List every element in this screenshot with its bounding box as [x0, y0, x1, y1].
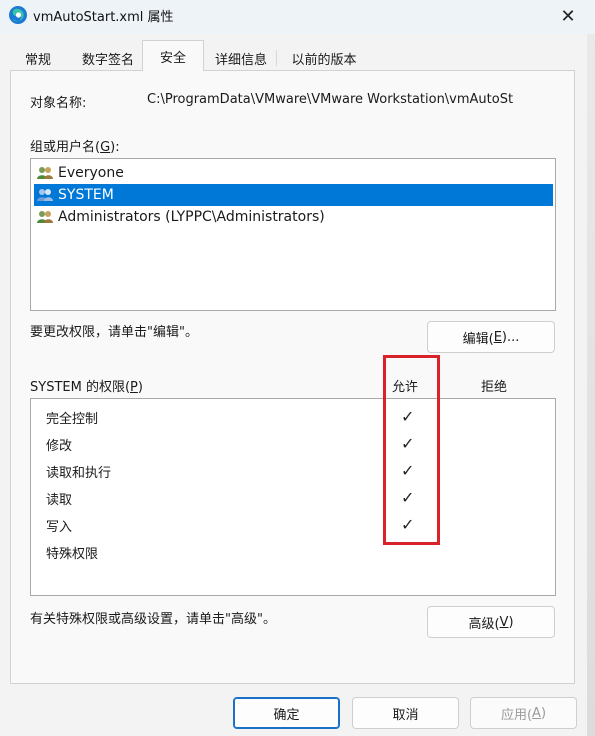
user-item-administrators[interactable]: Administrators (LYPPC\Administrators) — [34, 206, 553, 228]
apply-button-key: A — [532, 705, 541, 721]
ok-button[interactable]: 确定 — [233, 697, 340, 729]
permission-row: 完全控制 ✓ — [31, 404, 554, 431]
tab-label: 详细信息 — [214, 52, 267, 68]
advanced-button[interactable]: 高级(V) — [427, 606, 555, 638]
tab-label: 数字签名 — [81, 52, 134, 68]
edit-button-label: 编辑( — [462, 331, 494, 347]
apply-button[interactable]: 应用(A) — [470, 697, 577, 729]
permissions-header-suffix: ) — [137, 380, 143, 395]
edge-file-icon — [9, 6, 27, 24]
cancel-button-label: 取消 — [392, 707, 419, 723]
tab-general[interactable]: 常规 — [14, 46, 62, 70]
tab-label: 安全 — [159, 50, 186, 66]
users-listbox[interactable]: Everyone SYSTEM Administrators (LYPPC\Ad… — [30, 158, 556, 311]
apply-button-label: 应用( — [500, 707, 533, 723]
cancel-button[interactable]: 取消 — [352, 697, 459, 729]
advanced-hint: 有关特殊权限或高级设置，请单击"高级"。 — [30, 612, 276, 627]
tab-previous-versions[interactable]: 以前的版本 — [280, 46, 368, 70]
background-strip — [587, 34, 595, 736]
window-title: vmAutoStart.xml 属性 — [33, 10, 174, 25]
close-icon: ✕ — [560, 5, 576, 27]
permission-name: 读取和执行 — [46, 466, 112, 481]
tab-strip: 常规 数字签名 安全 详细信息 以前的版本 — [0, 40, 587, 71]
edit-button[interactable]: 编辑(E)... — [427, 321, 555, 353]
edit-button-key: E — [493, 329, 502, 345]
permission-name: 写入 — [46, 520, 73, 535]
tab-security[interactable]: 安全 — [142, 40, 204, 71]
advanced-button-label: 高级( — [468, 616, 500, 632]
advanced-button-suffix: ) — [508, 614, 514, 630]
user-name: Everyone — [58, 165, 124, 181]
user-group-icon — [37, 167, 53, 179]
edit-button-suffix: )... — [501, 329, 520, 345]
allow-column-highlight — [383, 355, 440, 545]
edit-hint: 要更改权限，请单击"编辑"。 — [30, 325, 198, 340]
ok-button-label: 确定 — [273, 707, 300, 723]
user-name: SYSTEM — [58, 187, 114, 203]
user-group-icon — [37, 211, 53, 223]
permission-row: 读取 ✓ — [31, 485, 554, 512]
deny-column-header: 拒绝 — [481, 380, 508, 395]
permissions-header: SYSTEM 的权限(P) — [30, 376, 143, 395]
security-panel: 对象名称: C:\ProgramData\VMware\VMware Works… — [10, 70, 575, 684]
tab-label: 以前的版本 — [291, 52, 357, 68]
tab-separator — [276, 50, 277, 66]
close-button[interactable]: ✕ — [548, 0, 588, 32]
groups-label-key: G — [100, 140, 111, 155]
object-name-label: 对象名称: — [30, 96, 87, 111]
permission-row: 读取和执行 ✓ — [31, 458, 554, 485]
user-item-everyone[interactable]: Everyone — [34, 162, 553, 184]
permission-name: 完全控制 — [46, 412, 99, 427]
title-bar: vmAutoStart.xml 属性 ✕ — [0, 0, 595, 34]
permissions-list: 完全控制 ✓ 修改 ✓ 读取和执行 ✓ 读取 ✓ 写入 ✓ 特殊权限 — [30, 398, 556, 596]
groups-label: 组或用户名(G): — [30, 136, 120, 155]
tab-label: 常规 — [24, 52, 51, 68]
permission-row: 修改 ✓ — [31, 431, 554, 458]
permission-name: 特殊权限 — [46, 547, 99, 562]
user-name: Administrators (LYPPC\Administrators) — [58, 209, 325, 225]
user-item-system[interactable]: SYSTEM — [34, 184, 553, 206]
permission-row: 写入 ✓ — [31, 512, 554, 539]
permission-name: 读取 — [46, 493, 73, 508]
user-group-icon — [37, 189, 53, 201]
apply-button-suffix: ) — [540, 705, 547, 721]
permissions-header-text: SYSTEM 的权限( — [30, 380, 131, 395]
advanced-button-key: V — [499, 614, 509, 630]
permission-name: 修改 — [46, 439, 73, 454]
object-name-value: C:\ProgramData\VMware\VMware Workstation… — [147, 92, 514, 107]
dialog-footer: 确定 取消 应用(A) — [0, 684, 587, 736]
tab-details[interactable]: 详细信息 — [206, 46, 277, 70]
permissions-header-key: P — [130, 380, 138, 395]
tab-digital-signatures[interactable]: 数字签名 — [74, 46, 142, 70]
groups-label-suffix: ): — [110, 140, 120, 155]
permission-row: 特殊权限 — [31, 539, 554, 566]
groups-label-text: 组或用户名( — [30, 140, 101, 155]
